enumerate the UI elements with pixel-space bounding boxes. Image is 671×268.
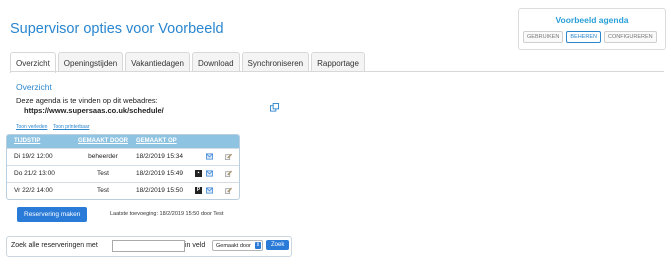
use-button[interactable]: GEBRUIKEN (523, 31, 564, 43)
agenda-mode-panel: Voorbeeld agenda GEBRUIKEN BEHEREN CONFI… (518, 8, 666, 50)
col-made-by-header[interactable]: GEMAAKT DOOR (72, 135, 134, 148)
schedule-info-text: Deze agenda is te vinden op dit webadres… (16, 96, 158, 105)
search-button[interactable]: Zoek (266, 240, 290, 250)
col-made-on-header[interactable]: GEMAAKT OP (134, 135, 214, 148)
edit-icon[interactable] (225, 170, 232, 177)
cell-made-by: Test (97, 170, 109, 177)
table-row[interactable]: Vr 22/2 14:00 Test 18/2/2019 15:50 P (7, 182, 239, 199)
table-row[interactable]: Do 21/2 13:00 Test 18/2/2019 15:49 ▪ (7, 165, 239, 182)
section-title: Overzicht (16, 82, 52, 92)
tab-download[interactable]: Download (191, 52, 240, 72)
tab-opening-hours[interactable]: Openingstijden (57, 52, 124, 72)
field-select[interactable]: Gemaakt door ⇕ (212, 240, 263, 251)
edit-icon[interactable] (225, 187, 232, 194)
cell-time: Di 19/2 12:00 (14, 153, 53, 160)
make-reservation-button[interactable]: Reservering maken (17, 207, 88, 222)
tab-overview[interactable]: Overzicht (10, 52, 56, 73)
last-added-text: Laatste toevoeging: 18/2/2019 15:50 door… (110, 211, 224, 217)
external-link-icon[interactable] (270, 103, 279, 112)
status-badge: ▪ (195, 170, 202, 177)
tab-divider (10, 71, 664, 72)
search-panel: Zoek alle reserveringen met in veld Gema… (6, 236, 292, 257)
page-title: Supervisor opties voor Voorbeeld (10, 21, 224, 37)
cell-made-by: Test (97, 187, 109, 194)
cell-made-on: 18/2/2019 15:34 (136, 153, 183, 160)
cell-time: Do 21/2 13:00 (14, 170, 55, 177)
field-label: in veld (185, 242, 206, 249)
email-icon[interactable] (206, 153, 213, 160)
table-header: TIJDSTIP GEMAAKT DOOR GEMAAKT OP (7, 135, 239, 148)
payment-badge: P (195, 187, 202, 194)
field-select-value: Gemaakt door (216, 243, 251, 249)
email-icon[interactable] (206, 187, 213, 194)
search-input[interactable] (112, 240, 185, 252)
configure-button[interactable]: CONFIGUREREN (604, 31, 657, 43)
tab-holidays[interactable]: Vakantiedagen (125, 52, 190, 72)
col-time-header[interactable]: TIJDSTIP (7, 135, 72, 148)
search-label: Zoek alle reserveringen met (11, 242, 98, 249)
show-past-link[interactable]: Toon verleden (16, 124, 47, 130)
manage-button[interactable]: BEHEREN (566, 31, 601, 43)
table-row[interactable]: Di 19/2 12:00 beheerder 18/2/2019 15:34 (7, 148, 239, 165)
schedule-url: https://www.supersaas.co.uk/schedule/ (24, 106, 164, 115)
agenda-title: Voorbeeld agenda (555, 15, 629, 25)
cell-made-on: 18/2/2019 15:49 (136, 170, 183, 177)
reservations-table: TIJDSTIP GEMAAKT DOOR GEMAAKT OP Di 19/2… (6, 134, 240, 200)
chevron-down-icon: ⇕ (255, 242, 261, 249)
cell-made-on: 18/2/2019 15:50 (136, 187, 183, 194)
tab-bar: Overzicht Openingstijden Vakantiedagen D… (10, 52, 367, 73)
tab-reporting[interactable]: Rapportage (311, 52, 365, 72)
tab-synchronize[interactable]: Synchroniseren (241, 52, 310, 72)
cell-time: Vr 22/2 14:00 (14, 187, 53, 194)
edit-icon[interactable] (225, 153, 232, 160)
show-printable-link[interactable]: Toon printerbaar (53, 124, 89, 130)
email-icon[interactable] (206, 170, 213, 177)
cell-made-by: beheerder (88, 153, 118, 160)
